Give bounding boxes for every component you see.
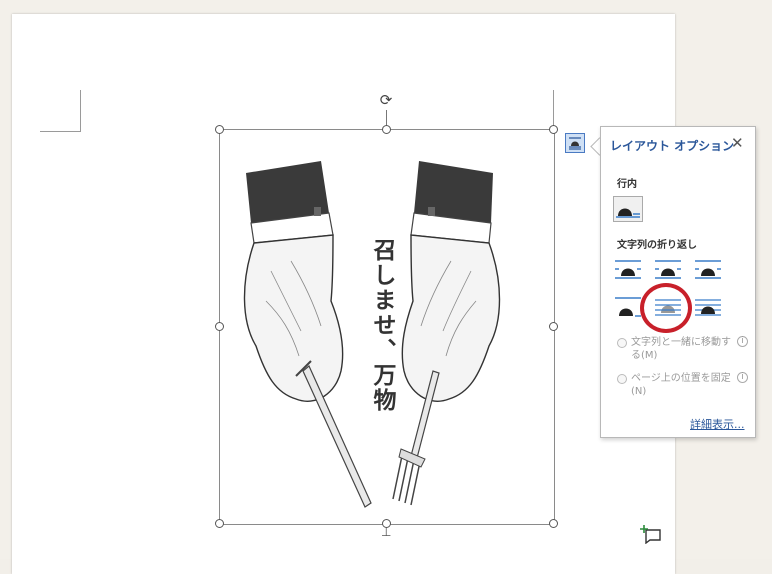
in-front-wrap-icon: [695, 299, 721, 316]
wrap-through-button[interactable]: [693, 257, 723, 283]
tight-wrap-icon: [655, 260, 681, 279]
panel-title: レイアウト オプション: [610, 139, 735, 153]
fix-position-label: ページ上の位置を固定(N): [631, 373, 731, 397]
wrap-section-label: 文字列の折り返し: [617, 240, 697, 251]
info-icon[interactable]: i: [737, 336, 748, 347]
image-selection-frame[interactable]: [219, 129, 555, 525]
close-icon[interactable]: ✕: [731, 134, 744, 152]
margin-corner-mark-left: [40, 90, 81, 132]
inline-section-label: 行内: [617, 179, 637, 190]
resize-handle-right[interactable]: [549, 322, 558, 331]
highlight-circle: [640, 283, 692, 333]
wrap-square-button[interactable]: [613, 257, 643, 283]
rotate-handle-icon[interactable]: ⟳: [377, 91, 395, 109]
resize-handle-bottom-left[interactable]: [215, 519, 224, 528]
resize-handle-top-right[interactable]: [549, 125, 558, 134]
resize-handle-bottom-right[interactable]: [549, 519, 558, 528]
wrap-tight-button[interactable]: [653, 257, 683, 283]
resize-handle-left[interactable]: [215, 322, 224, 331]
inline-wrap-icon: [616, 208, 640, 218]
resize-handle-top[interactable]: [382, 125, 391, 134]
move-with-text-radio[interactable]: [617, 338, 627, 348]
wrap-inline-button[interactable]: [613, 196, 643, 222]
move-with-text-label: 文字列と一緒に移動する(M): [631, 337, 731, 361]
wrap-in-front-button[interactable]: [693, 295, 723, 321]
info-icon[interactable]: i: [737, 372, 748, 383]
top-bottom-wrap-icon: [615, 297, 641, 317]
through-wrap-icon: [695, 260, 721, 279]
wrap-top-bottom-button[interactable]: [613, 295, 643, 321]
layout-options-button[interactable]: [565, 133, 585, 153]
square-wrap-icon: [615, 260, 641, 279]
new-comment-icon[interactable]: [640, 524, 662, 544]
fix-position-radio[interactable]: [617, 374, 627, 384]
anchor-icon: ⊥: [381, 525, 392, 539]
resize-handle-top-left[interactable]: [215, 125, 224, 134]
wrap-icon: [569, 137, 581, 150]
details-link[interactable]: 詳細表示...: [690, 416, 745, 432]
